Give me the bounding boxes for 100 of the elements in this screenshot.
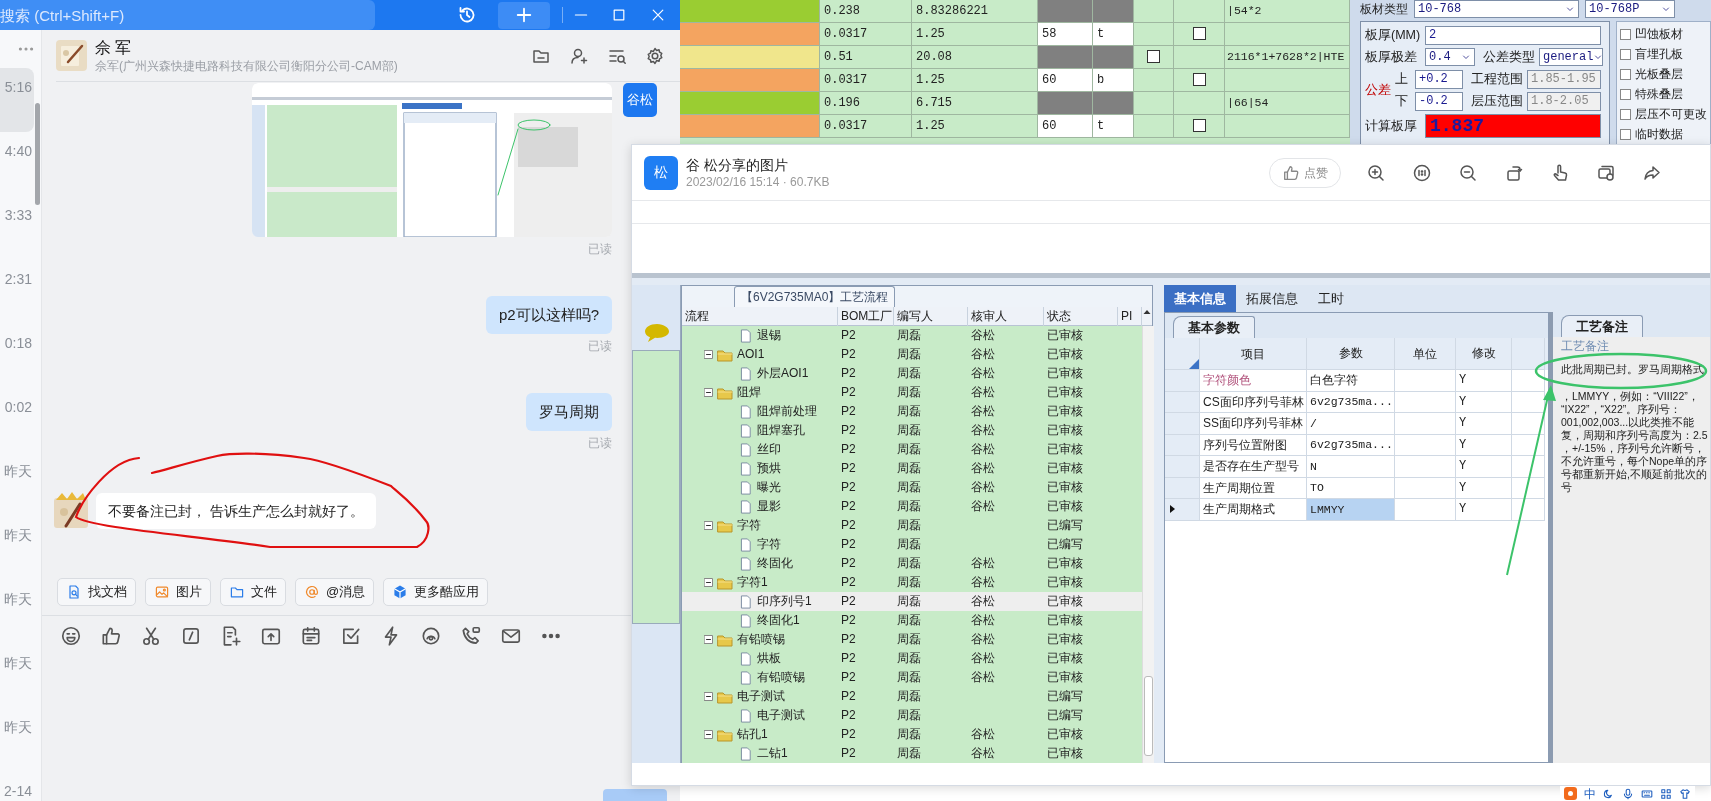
tree-row[interactable]: 阻焊塞孔 P2 周磊 谷松 已审核: [682, 421, 1142, 440]
quick-action-button[interactable]: 图片: [145, 578, 211, 606]
collapse-icon[interactable]: [704, 350, 713, 359]
column-header[interactable]: 参数: [1307, 338, 1395, 370]
row-header-cell[interactable]: [1165, 370, 1200, 392]
moon-icon[interactable]: [1603, 787, 1615, 800]
row-header-cell[interactable]: [1165, 456, 1200, 478]
column-header[interactable]: 单位: [1395, 338, 1456, 370]
tree-row[interactable]: 丝印 P2 周磊 谷松 已审核: [682, 440, 1142, 459]
dropdown[interactable]: general: [1539, 48, 1603, 66]
tab[interactable]: 工时: [1308, 285, 1354, 312]
table-cell[interactable]: 6v2g735ma...: [1307, 434, 1395, 456]
collapse-icon[interactable]: [704, 578, 713, 587]
checkbox[interactable]: [1620, 48, 1631, 60]
calendar-icon[interactable]: [300, 625, 322, 647]
row-header-cell[interactable]: [1165, 391, 1200, 413]
tree-row[interactable]: 有铅喷锡 P2 周磊 谷松 已审核: [682, 630, 1142, 649]
scissors-icon[interactable]: [140, 625, 162, 647]
tree-row[interactable]: 阻焊前处理 P2 周磊 谷松 已审核: [682, 402, 1142, 421]
checkbox[interactable]: [1620, 128, 1631, 140]
quick-action-button[interactable]: @消息: [295, 578, 375, 606]
phone-icon[interactable]: [460, 625, 482, 647]
collapse-icon[interactable]: [704, 521, 713, 530]
checkbox[interactable]: [1192, 27, 1206, 41]
shirt-icon[interactable]: [1679, 787, 1691, 800]
tree-row[interactable]: 终固化 P2 周磊 谷松 已审核: [682, 554, 1142, 573]
grid-icon[interactable]: [1660, 787, 1672, 800]
tree-row[interactable]: AOI1 P2 周磊 谷松 已审核: [682, 345, 1142, 364]
quick-action-button[interactable]: 文件: [220, 578, 286, 606]
thumbnail-drawing[interactable]: [252, 83, 612, 237]
column-header[interactable]: 项目: [1200, 338, 1307, 370]
table-cell[interactable]: 6v2g735ma...: [1307, 391, 1395, 413]
close-icon[interactable]: [650, 7, 666, 23]
row-header-cell[interactable]: [1165, 413, 1200, 435]
history-icon[interactable]: [457, 5, 477, 25]
keyboard-icon[interactable]: [1641, 787, 1653, 800]
checkbox[interactable]: [1620, 68, 1631, 80]
input-mode-toggle[interactable]: 中: [1584, 786, 1596, 801]
input-field[interactable]: -0.2: [1415, 91, 1463, 111]
tab[interactable]: 基本信息: [1164, 285, 1236, 312]
maximize-icon[interactable]: [611, 7, 627, 23]
checkbox[interactable]: [1147, 50, 1160, 64]
tree-row[interactable]: 字符1 P2 周磊 谷松 已审核: [682, 573, 1142, 592]
scrollbar[interactable]: [35, 103, 40, 205]
collapse-icon[interactable]: [704, 635, 713, 644]
zoom-out-icon[interactable]: [1458, 162, 1478, 183]
row-header-cell[interactable]: [1165, 499, 1200, 521]
checkbox[interactable]: [1192, 119, 1206, 133]
table-cell[interactable]: N: [1307, 456, 1395, 478]
tree-row[interactable]: 退锡 P2 周磊 谷松 已审核: [682, 326, 1142, 345]
dropdown[interactable]: 0.4: [1425, 48, 1475, 66]
table-cell[interactable]: LMMYY: [1307, 499, 1395, 521]
tree-row[interactable]: 印序列号1 P2 周磊 谷松 已审核: [682, 592, 1142, 611]
thumbs-up-icon[interactable]: [100, 625, 122, 647]
input-field[interactable]: +0.2: [1415, 69, 1463, 89]
like-button[interactable]: 点赞: [1269, 157, 1341, 188]
phone-circle-icon[interactable]: [420, 625, 442, 647]
tree-row[interactable]: 字符 P2 周磊 已编写: [682, 516, 1142, 535]
scrollbar[interactable]: [1142, 326, 1154, 763]
tree-row[interactable]: 二钻1 P2 周磊 谷松 已审核: [682, 744, 1142, 763]
tree-row[interactable]: 钻孔1 P2 周磊 谷松 已审核: [682, 725, 1142, 744]
panel-tab[interactable]: 工艺备注: [1561, 315, 1643, 337]
tab[interactable]: 拓展信息: [1236, 285, 1308, 312]
dropdown[interactable]: 10-768: [1414, 0, 1579, 18]
collapse-icon[interactable]: [704, 730, 713, 739]
row-header-cell[interactable]: [1165, 477, 1200, 499]
search-field[interactable]: 搜索 (Ctrl+Shift+F): [0, 0, 375, 30]
tree-row[interactable]: 显影 P2 周磊 谷松 已审核: [682, 497, 1142, 516]
collapse-icon[interactable]: [704, 388, 713, 397]
tree-row[interactable]: 阻焊 P2 周磊 谷松 已审核: [682, 383, 1142, 402]
row-header-cell[interactable]: [1165, 434, 1200, 456]
checkbox[interactable]: [1620, 28, 1631, 40]
settings-icon[interactable]: [645, 45, 665, 66]
tree-row[interactable]: 烘板 P2 周磊 谷松 已审核: [682, 649, 1142, 668]
scroll-thumb[interactable]: [1144, 676, 1153, 756]
table-cell[interactable]: 白色字符: [1307, 370, 1395, 392]
panel-tab[interactable]: 基本参数: [1173, 316, 1255, 338]
new-button[interactable]: [498, 1, 550, 29]
input-method-logo-icon[interactable]: [1564, 787, 1577, 800]
zoom-in-icon[interactable]: [1366, 162, 1386, 183]
quick-action-button[interactable]: 找文档: [57, 578, 136, 606]
tree-row[interactable]: 电子测试 P2 周磊 已编写: [682, 687, 1142, 706]
column-header[interactable]: 修改: [1456, 338, 1512, 370]
tree-row[interactable]: 字符 P2 周磊 已编写: [682, 535, 1142, 554]
slash-box-icon[interactable]: [180, 625, 202, 647]
panel-tab[interactable]: 【6V2G735MA0】工艺流程: [734, 286, 896, 307]
tree-row[interactable]: 有铅喷锡 P2 周磊 谷松 已审核: [682, 668, 1142, 687]
input-field[interactable]: 2: [1425, 25, 1601, 45]
quick-action-button[interactable]: 更多酷应用: [383, 578, 489, 606]
dropdown[interactable]: 10-768P: [1585, 0, 1675, 18]
tree-row[interactable]: 预烘 P2 周磊 谷松 已审核: [682, 459, 1142, 478]
tree-row[interactable]: 外层AOI1 P2 周磊 谷松 已审核: [682, 364, 1142, 383]
tree-row[interactable]: 电子测试 P2 周磊 已编写: [682, 706, 1142, 725]
actual-size-icon[interactable]: [1412, 162, 1432, 183]
tree-row[interactable]: 终固化1 P2 周磊 谷松 已审核: [682, 611, 1142, 630]
checkbox[interactable]: [1620, 88, 1631, 100]
collapse-icon[interactable]: [704, 692, 713, 701]
tree-row[interactable]: 曝光 P2 周磊 谷松 已审核: [682, 478, 1142, 497]
table-cell[interactable]: /: [1307, 413, 1395, 435]
checkbox[interactable]: [1192, 73, 1206, 87]
